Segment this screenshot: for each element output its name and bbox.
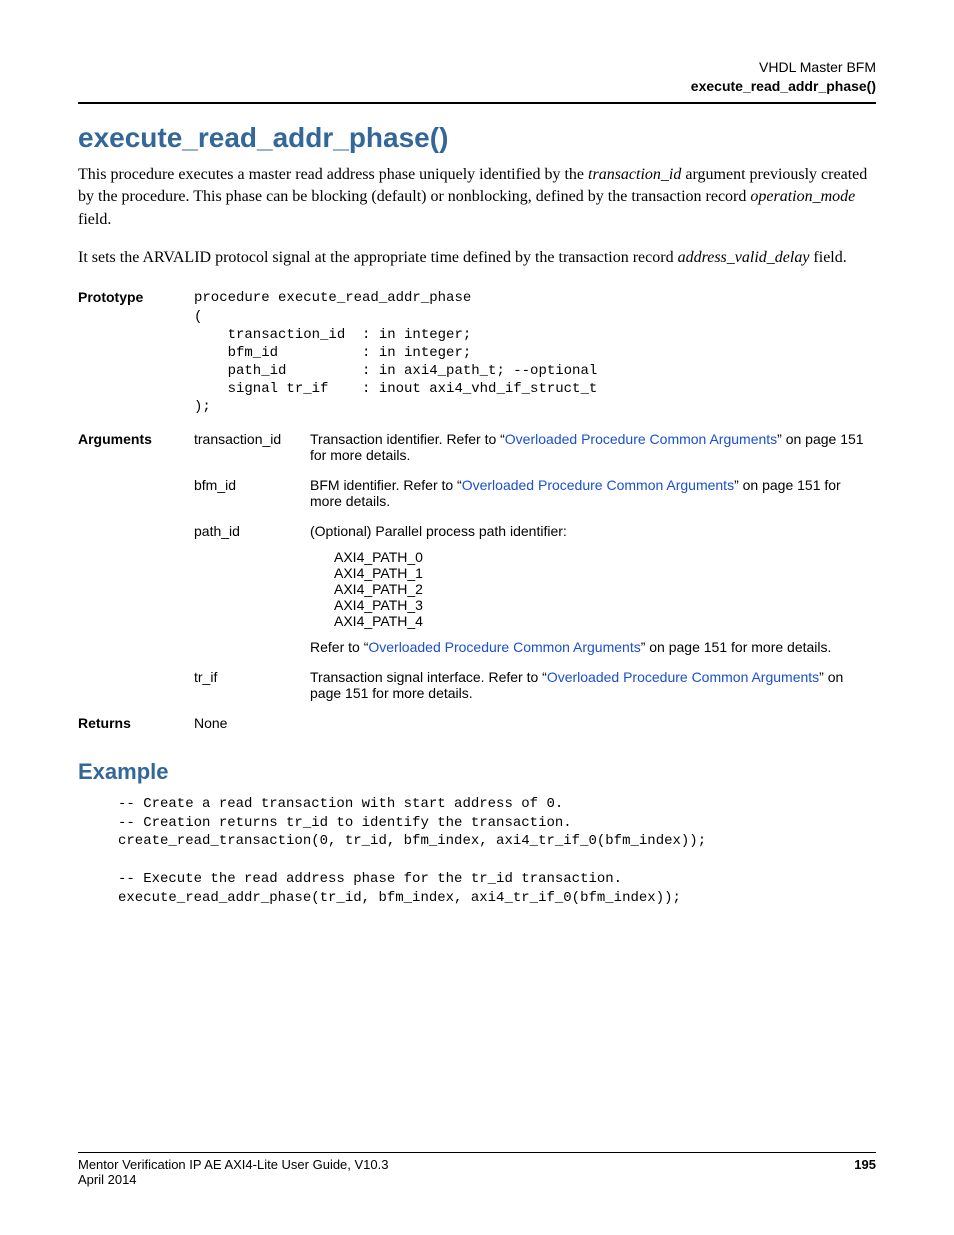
arg-name: tr_if: [194, 665, 310, 711]
example-code: -- Create a read transaction with start …: [118, 795, 876, 908]
link-overloaded-args[interactable]: Overloaded Procedure Common Arguments: [462, 477, 734, 493]
arg-desc: BFM identifier. Refer to “Overloaded Pro…: [310, 473, 876, 519]
arg-name: bfm_id: [194, 473, 310, 519]
prototype-label: Prototype: [78, 285, 194, 426]
header-line1: VHDL Master BFM: [759, 59, 876, 75]
page-title: execute_read_addr_phase(): [78, 122, 876, 154]
returns-label: Returns: [78, 711, 194, 741]
header-line2: execute_read_addr_phase(): [691, 78, 876, 94]
link-overloaded-args[interactable]: Overloaded Procedure Common Arguments: [547, 669, 819, 685]
arguments-label: Arguments: [78, 427, 194, 473]
link-overloaded-args[interactable]: Overloaded Procedure Common Arguments: [368, 639, 640, 655]
prototype-code: procedure execute_read_addr_phase ( tran…: [194, 289, 870, 416]
arg-row-transaction-id: Arguments transaction_id Transaction ide…: [78, 427, 876, 473]
page: VHDL Master BFM execute_read_addr_phase(…: [0, 0, 954, 1235]
footer-left: Mentor Verification IP AE AXI4-Lite User…: [78, 1157, 388, 1187]
intro-paragraph-2: It sets the ARVALID protocol signal at t…: [78, 247, 876, 269]
footer-page-number: 195: [854, 1157, 876, 1187]
arg-name: transaction_id: [194, 427, 310, 473]
arg-name: path_id: [194, 519, 310, 665]
arg-desc: (Optional) Parallel process path identif…: [310, 519, 876, 665]
arg-desc: Transaction identifier. Refer to “Overlo…: [310, 427, 876, 473]
footer-divider: [78, 1152, 876, 1153]
prototype-row: Prototype procedure execute_read_addr_ph…: [78, 285, 876, 426]
arg-desc: Transaction signal interface. Refer to “…: [310, 665, 876, 711]
arg-row-path-id: path_id (Optional) Parallel process path…: [78, 519, 876, 665]
path-refer: Refer to “Overloaded Procedure Common Ar…: [310, 639, 870, 655]
link-overloaded-args[interactable]: Overloaded Procedure Common Arguments: [505, 431, 777, 447]
intro-paragraph-1: This procedure executes a master read ad…: [78, 164, 876, 231]
page-footer: Mentor Verification IP AE AXI4-Lite User…: [78, 1152, 876, 1187]
page-header: VHDL Master BFM execute_read_addr_phase(…: [78, 58, 876, 96]
spec-table: Prototype procedure execute_read_addr_ph…: [78, 285, 876, 740]
returns-row: Returns None: [78, 711, 876, 741]
path-list: AXI4_PATH_0 AXI4_PATH_1 AXI4_PATH_2 AXI4…: [310, 549, 870, 629]
arg-row-tr-if: tr_if Transaction signal interface. Refe…: [78, 665, 876, 711]
header-divider: [78, 102, 876, 104]
arg-row-bfm-id: bfm_id BFM identifier. Refer to “Overloa…: [78, 473, 876, 519]
example-heading: Example: [78, 759, 876, 785]
returns-value: None: [194, 711, 876, 741]
